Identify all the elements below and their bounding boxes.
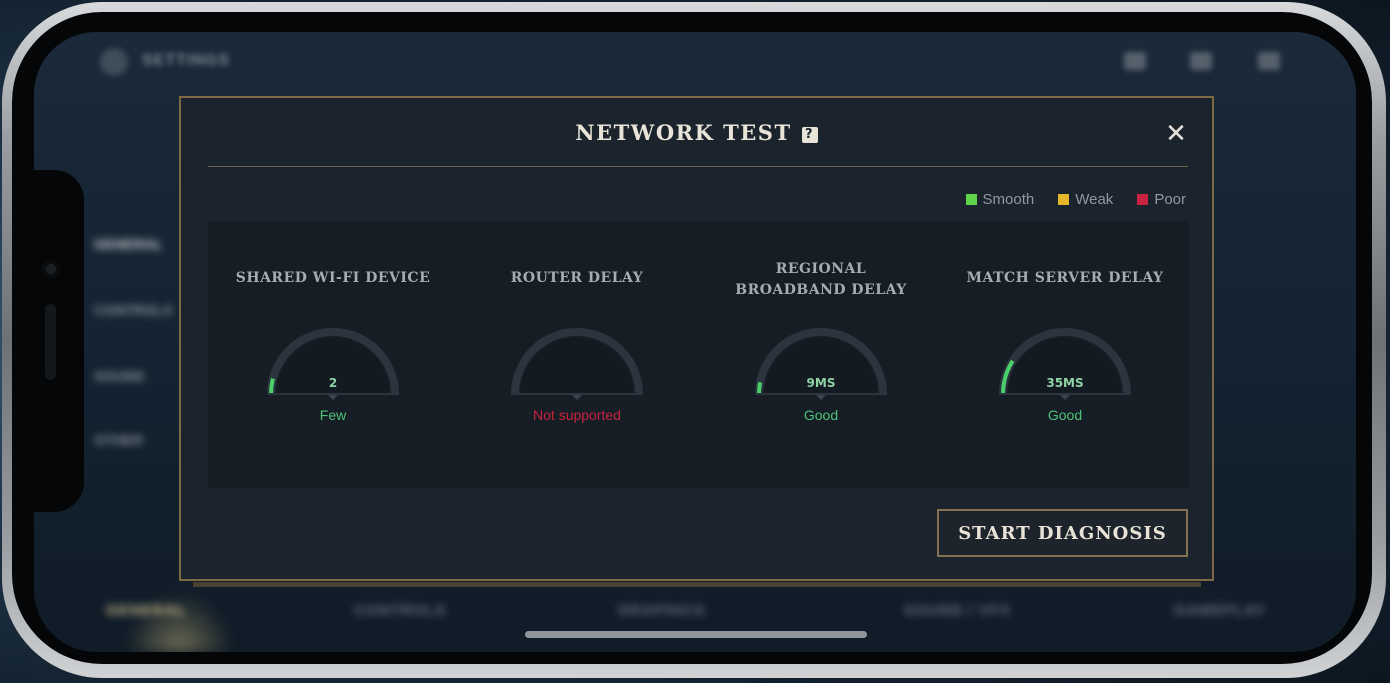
gauge	[995, 322, 1135, 402]
gauge-svg	[999, 328, 1131, 400]
gauge-svg	[267, 328, 399, 400]
gauge-status: Good	[803, 407, 839, 423]
title-divider	[208, 166, 1188, 167]
gauge-status: Good	[1047, 407, 1083, 423]
gauge-value: 9MS	[806, 376, 836, 390]
metrics-panel: SHARED WI-FI DEVICE 2 Few ROUTER DELAY N…	[208, 221, 1189, 488]
start-diagnosis-button[interactable]: START DIAGNOSIS	[937, 509, 1188, 557]
metric-shared-wifi-device: SHARED WI-FI DEVICE 2 Few	[211, 221, 455, 488]
dialog-title-text: NETWORK TEST	[575, 120, 792, 145]
metric-title: REGIONAL BROADBAND DELAY	[735, 261, 907, 298]
gauge	[751, 322, 891, 402]
sidebar-item-controls[interactable]: CONTROLS	[94, 302, 173, 318]
dialog-title: NETWORK TEST?	[181, 120, 1212, 145]
settings-title: SETTINGS	[142, 52, 231, 69]
legend-item-smooth: Smooth	[965, 191, 1035, 208]
gauge-value: 35MS	[1046, 376, 1084, 390]
tab-general[interactable]: GENERAL	[106, 602, 186, 619]
mail-icon[interactable]	[1124, 52, 1146, 70]
legend-swatch-weak	[1058, 194, 1070, 205]
legend-label-poor: Poor	[1154, 191, 1186, 208]
legend-item-poor: Poor	[1137, 191, 1186, 208]
settings-header: SETTINGS	[34, 32, 1356, 92]
gauge-svg	[755, 328, 887, 400]
tab-graphics[interactable]: GRAPHICS	[618, 602, 705, 619]
sidebar-item-sound[interactable]: SOUND	[94, 368, 145, 384]
tab-sound-vfx[interactable]: SOUND / VFX	[904, 602, 1011, 619]
metric-title: MATCH SERVER DELAY	[966, 270, 1164, 286]
gauge-value: 2	[328, 376, 338, 390]
legend-label-weak: Weak	[1075, 191, 1114, 208]
home-indicator[interactable]	[525, 631, 867, 638]
legend-swatch-smooth	[965, 194, 977, 205]
gauge-pointer	[328, 395, 338, 400]
profile-icon[interactable]	[1258, 52, 1280, 70]
legend-swatch-poor	[1137, 194, 1149, 205]
status-legend: Smooth Weak Poor	[965, 191, 1186, 208]
dialog-shadow	[193, 582, 1201, 587]
gauge	[507, 322, 647, 402]
gauge-pointer	[1060, 395, 1070, 400]
sidebar-item-general[interactable]: GENERAL	[94, 236, 162, 252]
metric-regional-broadband-delay: REGIONAL BROADBAND DELAY 9MS Good	[699, 221, 943, 488]
speaker-grille	[45, 304, 56, 380]
chat-icon[interactable]	[1190, 52, 1212, 70]
legend-item-weak: Weak	[1058, 191, 1113, 208]
tab-controls[interactable]: CONTROLS	[354, 602, 446, 619]
metric-title: ROUTER DELAY	[510, 270, 644, 286]
metric-title: SHARED WI-FI DEVICE	[235, 270, 431, 286]
legend-label-smooth: Smooth	[982, 191, 1035, 208]
gauge	[263, 322, 403, 402]
sidebar-item-other[interactable]: OTHER	[94, 432, 143, 448]
phone-notch	[34, 170, 84, 512]
gauge-pointer	[816, 395, 826, 400]
active-tab-glow	[124, 592, 234, 652]
gauge-svg	[511, 328, 643, 400]
metric-router-delay: ROUTER DELAY Not supported	[455, 221, 699, 488]
help-icon[interactable]: ?	[801, 127, 818, 143]
close-icon[interactable]: ✕	[1162, 120, 1190, 148]
gauge-status: Few	[319, 407, 347, 423]
game-logo-icon	[100, 48, 128, 76]
network-test-dialog: NETWORK TEST? ✕ Smooth Weak Poor SHARED …	[179, 96, 1214, 581]
metric-match-server-delay: MATCH SERVER DELAY 35MS Good	[943, 221, 1187, 488]
gauge-pointer	[572, 395, 582, 400]
tab-gameplay[interactable]: GAMEPLAY	[1174, 602, 1266, 619]
gauge-status: Not supported	[533, 407, 621, 423]
camera-icon	[42, 260, 60, 278]
